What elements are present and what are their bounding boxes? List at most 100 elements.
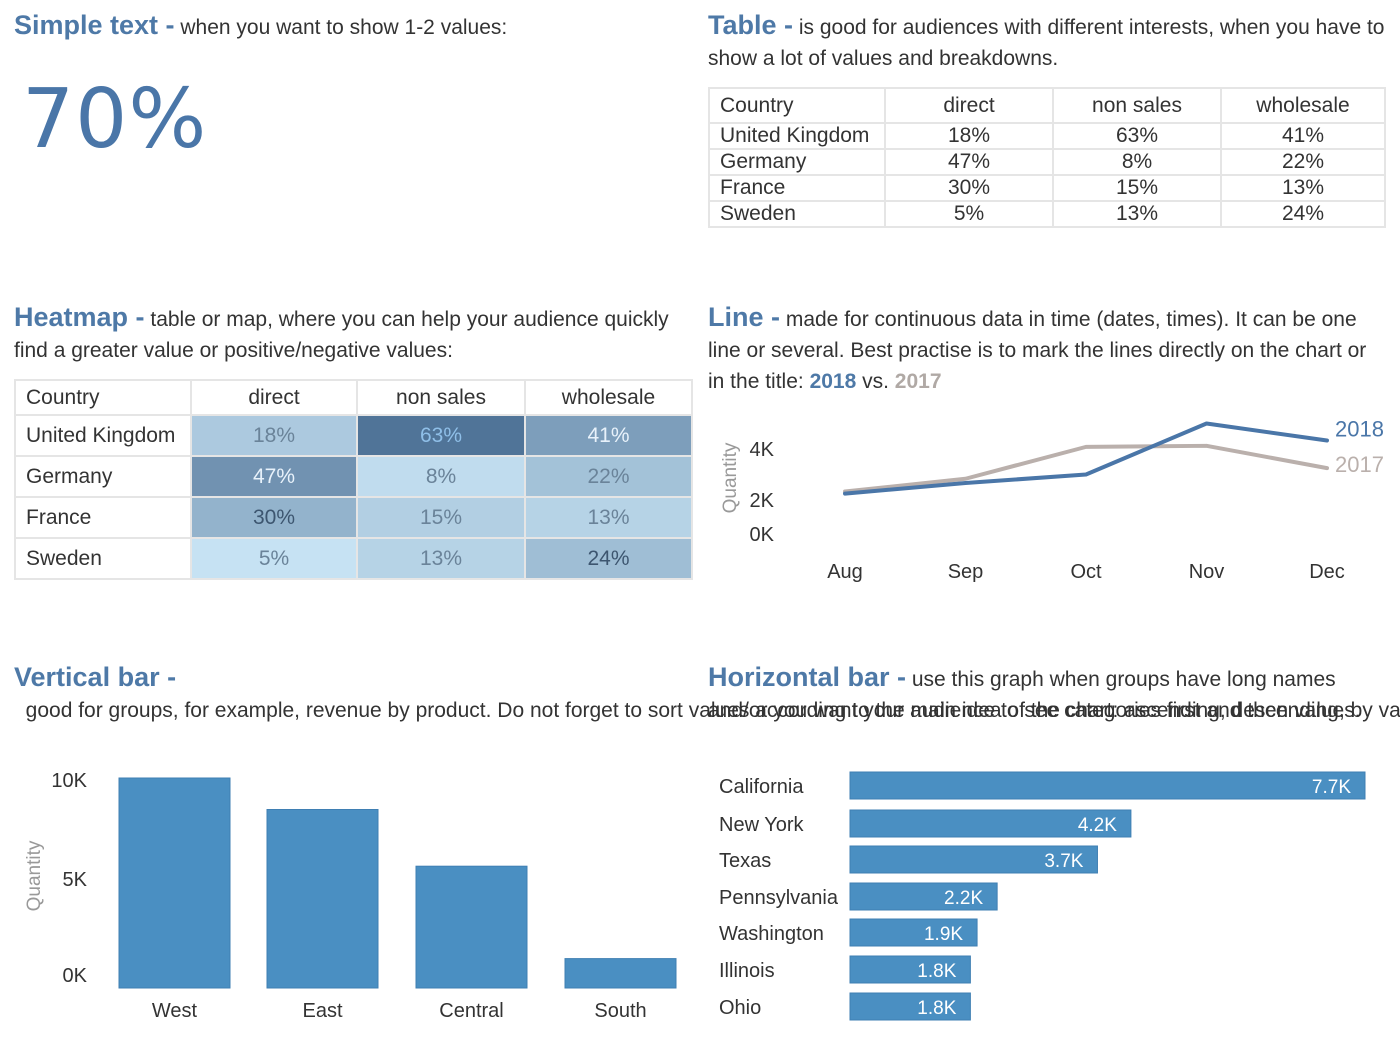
heatmap-row-label: Sweden	[14, 537, 192, 580]
table-cell-country: Sweden	[708, 200, 886, 228]
column-header: non sales	[1052, 87, 1222, 124]
column-header: Country	[708, 87, 886, 124]
table-heading: Table - is good for audiences with diffe…	[708, 10, 1388, 74]
line-vs: vs.	[856, 370, 895, 393]
column-header: non sales	[356, 379, 526, 416]
table-cell-country: Germany	[708, 148, 886, 176]
table-cell-country: France	[708, 174, 886, 202]
category-label: California	[719, 776, 804, 798]
horizontal-bar-heading: Horizontal bar - use this graph when gro…	[708, 662, 1388, 726]
data-table: Country direct non sales wholesale Unite…	[708, 87, 1386, 228]
table-cell: 18%	[884, 122, 1054, 150]
value-label: 4.2K	[1078, 815, 1117, 836]
heatmap-row: France 30% 15% 13%	[14, 496, 693, 539]
table-row: Germany 47% 8% 22%	[708, 148, 1386, 176]
x-tick-label: Dec	[1309, 561, 1345, 583]
table-cell: 8%	[1052, 148, 1222, 176]
column-header: wholesale	[1220, 87, 1386, 124]
x-tick-label: Sep	[948, 561, 984, 583]
line-description: made for continuous data in time (dates,…	[708, 308, 1367, 393]
y-tick-label: 0K	[63, 965, 88, 987]
category-label: Pennsylvania	[719, 887, 839, 909]
category-label: Ohio	[719, 997, 761, 1019]
y-axis-label: Quantity	[24, 840, 45, 911]
heatmap-row-label: United Kingdom	[14, 414, 192, 457]
table-header-row: Country direct non sales wholesale	[708, 87, 1386, 124]
heatmap-header-row: Country direct non sales wholesale	[14, 379, 693, 416]
category-label: New York	[719, 814, 804, 836]
table-cell: 24%	[1220, 200, 1386, 228]
value-label: 1.8K	[917, 998, 956, 1019]
simple-text-description: when you want to show 1-2 values:	[174, 16, 508, 39]
line-heading: Line - made for continuous data in time …	[708, 302, 1388, 397]
heatmap-cell: 5%	[190, 537, 358, 580]
column-header: wholesale	[524, 379, 693, 416]
horizontal-bar-chart: California 7.7K New York 4.2K Texas 3.7K Penns…	[719, 771, 1366, 1021]
y-tick-label: 0K	[750, 524, 775, 546]
x-tick-label: Aug	[827, 561, 863, 583]
table-cell: 5%	[884, 200, 1054, 228]
value-label: 1.9K	[924, 924, 963, 945]
heatmap-cell: 15%	[356, 496, 526, 539]
x-tick-label: South	[594, 1000, 646, 1022]
x-tick-label: Central	[439, 1000, 503, 1022]
heatmap-cell: 41%	[524, 414, 693, 457]
bar-west	[118, 777, 231, 989]
table-cell: 22%	[1220, 148, 1386, 176]
heatmap-title: Heatmap -	[14, 302, 145, 332]
column-header: direct	[884, 87, 1054, 124]
simple-text-title: Simple text -	[14, 10, 175, 40]
column-header: direct	[190, 379, 358, 416]
table-row: France 30% 15% 13%	[708, 174, 1386, 202]
kpi-value: 70%	[22, 72, 208, 167]
table-cell: 13%	[1220, 174, 1386, 202]
category-label: Washington	[719, 923, 824, 945]
heatmap-cell: 18%	[190, 414, 358, 457]
table-cell-country: United Kingdom	[708, 122, 886, 150]
table-cell: 13%	[1052, 200, 1222, 228]
heatmap-cell: 13%	[524, 496, 693, 539]
x-tick-label: Oct	[1070, 561, 1102, 583]
heatmap-cell: 47%	[190, 455, 358, 498]
heatmap-row: United Kingdom 18% 63% 41%	[14, 414, 693, 457]
highlight-2017: 2017	[894, 370, 942, 393]
y-tick-label: 2K	[750, 490, 775, 512]
value-label: 7.7K	[1312, 777, 1351, 798]
table-cell: 41%	[1220, 122, 1386, 150]
table-cell: 30%	[884, 174, 1054, 202]
vertical-bar-heading: Vertical bar - good for groups, for exam…	[14, 662, 1400, 726]
heatmap-cell: 13%	[356, 537, 526, 580]
x-tick-label: Nov	[1189, 561, 1225, 583]
series-label-2017: 2017	[1335, 452, 1384, 477]
bar-south	[564, 958, 677, 989]
heatmap-row: Sweden 5% 13% 24%	[14, 537, 693, 580]
heatmap-cell: 30%	[190, 496, 358, 539]
table-row: Sweden 5% 13% 24%	[708, 200, 1386, 228]
table-cell: 15%	[1052, 174, 1222, 202]
line-chart: 0K 2K 4K Quantity Aug Sep Oct Nov Dec 2017 2018	[720, 417, 1384, 584]
x-tick-label: West	[152, 1000, 198, 1022]
heatmap-cell: 8%	[356, 455, 526, 498]
bar-east	[266, 809, 379, 989]
vertical-bar-chart: 0K 5K 10K Quantity West East Central South	[24, 770, 677, 1022]
line-series-2017	[843, 443, 1329, 494]
table-title: Table -	[708, 10, 794, 40]
heatmap-cell: 24%	[524, 537, 693, 580]
category-label: Illinois	[719, 960, 775, 982]
value-label: 3.7K	[1044, 851, 1083, 872]
heatmap-heading: Heatmap - table or map, where you can he…	[14, 302, 694, 366]
highlight-2018: 2018	[809, 370, 857, 393]
bar-central	[415, 865, 528, 989]
category-label: Texas	[719, 850, 771, 872]
y-tick-label: 4K	[750, 439, 775, 461]
horizontal-bar-title: Horizontal bar -	[708, 662, 907, 692]
simple-text-heading: Simple text - when you want to show 1-2 …	[14, 10, 694, 43]
table-cell: 63%	[1052, 122, 1222, 150]
table-row: United Kingdom 18% 63% 41%	[708, 122, 1386, 150]
value-label: 2.2K	[944, 888, 983, 909]
vertical-bar-title: Vertical bar -	[14, 662, 177, 692]
table-cell: 47%	[884, 148, 1054, 176]
heatmap-row-label: France	[14, 496, 192, 539]
table-description: is good for audiences with different int…	[708, 16, 1385, 70]
y-axis-label: Quantity	[720, 442, 741, 513]
